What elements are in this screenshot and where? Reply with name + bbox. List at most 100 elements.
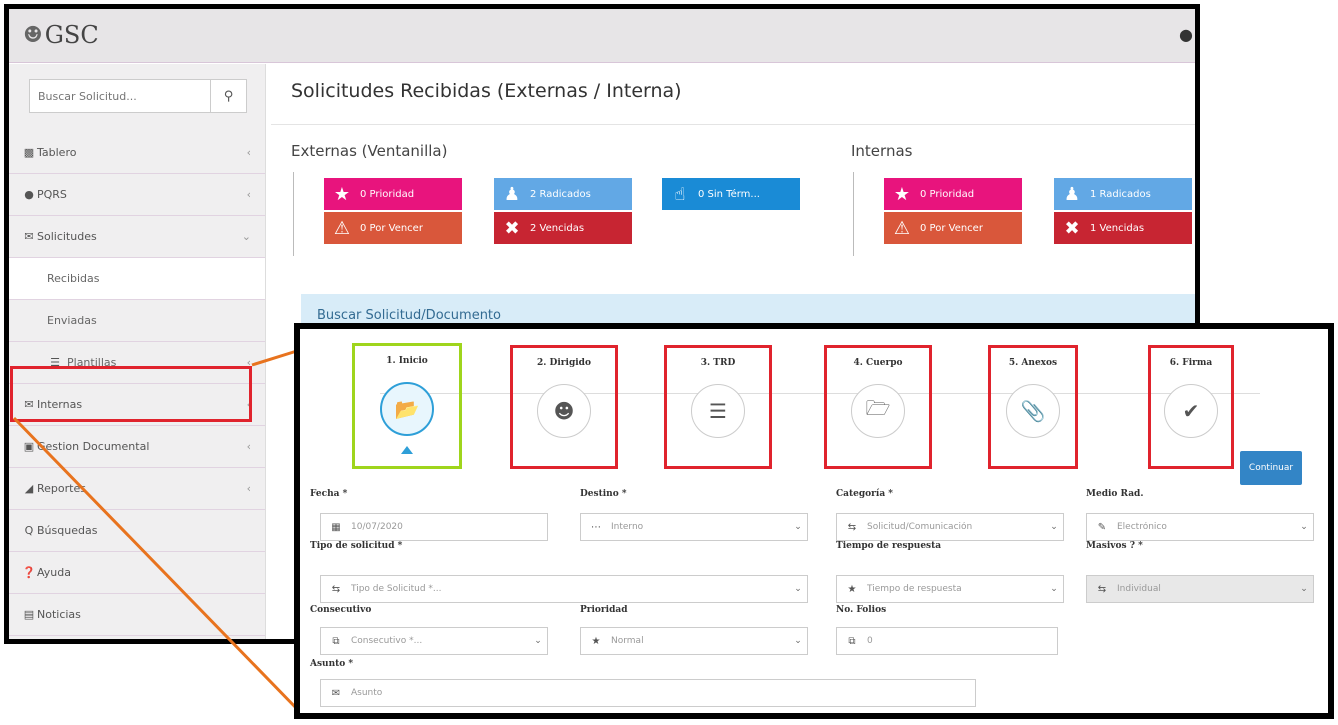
sidebar-item-noticias[interactable]: ▤ Noticias: [9, 594, 265, 636]
sidebar-item-tablero[interactable]: ▩ Tablero ‹: [9, 132, 265, 174]
field-value: Tipo de Solicitud *...: [351, 584, 442, 594]
times-icon: ✖: [504, 217, 520, 239]
retweet-icon: ⇆: [1097, 583, 1107, 595]
sidebar-item-recibidas[interactable]: Recibidas: [9, 258, 265, 300]
folios-field[interactable]: ⧉ 0: [836, 627, 1058, 655]
sidebar-item-busquedas[interactable]: Q Búsquedas: [9, 510, 265, 552]
sidebar-item-enviadas[interactable]: Enviadas: [9, 300, 265, 342]
sidebar-item-label: Enviadas: [47, 314, 97, 327]
field-value: 0: [867, 636, 873, 646]
externas-radicados-tile[interactable]: ♟ 2 Radicados: [494, 178, 632, 210]
app-logo[interactable]: ☻ GSC: [23, 21, 99, 49]
sidebar-item-solicitudes[interactable]: ✉ Solicitudes ⌄: [9, 216, 265, 258]
tile-text: 1 Radicados: [1090, 188, 1151, 200]
prioridad-select[interactable]: ★ Normal ⌄: [580, 627, 808, 655]
sidebar-search-input[interactable]: [30, 80, 210, 112]
ellipsis-icon: ⋯: [591, 521, 601, 533]
externas-sin-termino-tile[interactable]: ☝ 0 Sin Térm...: [662, 178, 800, 210]
externas-por-vencer-tile[interactable]: ⚠ 0 Por Vencer: [324, 212, 462, 244]
calendar-icon: ▦: [331, 521, 341, 533]
zoomed-wizard-frame: 1. Inicio 📂 2. Dirigido ☻ 3. TRD ☰ 4. Cu…: [294, 323, 1334, 719]
fecha-label: Fecha *: [310, 489, 348, 499]
chevron-left-icon: ‹: [246, 188, 251, 201]
sidebar-item-label: Gestion Documental: [37, 440, 150, 453]
step-label: 1. Inicio: [386, 356, 428, 366]
internas-section-label: Internas: [851, 142, 913, 160]
asunto-label: Asunto *: [310, 659, 354, 669]
destino-select[interactable]: ⋯ Interno ⌄: [580, 513, 808, 541]
sidebar-item-gestion-documental[interactable]: ▣ Gestion Documental ‹: [9, 426, 265, 468]
chevron-down-icon: ⌄: [1050, 522, 1058, 532]
consecutivo-select[interactable]: ⧉ Consecutivo *... ⌄: [320, 627, 548, 655]
sidebar-item-ayuda[interactable]: ❓ Ayuda: [9, 552, 265, 594]
wizard-step-inicio[interactable]: 1. Inicio 📂: [352, 343, 462, 469]
field-value: Solicitud/Comunicación: [867, 522, 973, 532]
internas-tiles: ★ 0 Prioridad ♟ 1 Radicados ⚠ 0 Por Vencer …: [853, 172, 1195, 256]
tile-text: 2 Radicados: [530, 188, 591, 200]
step-label: 6. Firma: [1169, 358, 1213, 368]
tiempo-select[interactable]: ★ Tiempo de respuesta ⌄: [836, 575, 1064, 603]
masivos-select[interactable]: ⇆ Individual ⌄: [1086, 575, 1314, 603]
wizard-step-trd[interactable]: 3. TRD ☰: [664, 345, 772, 469]
categoria-select[interactable]: ⇆ Solicitud/Comunicación ⌄: [836, 513, 1064, 541]
categoria-label: Categoría *: [836, 489, 894, 499]
sidebar-item-label: Tablero: [37, 146, 77, 159]
field-value: 10/07/2020: [351, 522, 403, 532]
medio-label: Medio Rad.: [1086, 489, 1144, 499]
medio-select[interactable]: ✎ Electrónico ⌄: [1086, 513, 1314, 541]
wizard-step-anexos[interactable]: 5. Anexos 📎: [988, 345, 1078, 469]
search-button[interactable]: ⚲: [210, 80, 246, 112]
warning-icon: ⚠: [893, 217, 911, 239]
wizard-step-firma[interactable]: 6. Firma ✔: [1148, 345, 1234, 469]
sidebar-item-pqrs[interactable]: ● PQRS ‹: [9, 174, 265, 216]
chevron-down-icon: ⌄: [241, 230, 251, 243]
pencil-icon: ✎: [1097, 521, 1107, 533]
field-placeholder: Asunto: [351, 688, 383, 698]
area-chart-icon: ◢: [24, 482, 34, 495]
copy-icon: ⧉: [332, 635, 340, 647]
search-icon: Q: [24, 524, 34, 537]
top-navbar: ☻ GSC ●: [9, 9, 1195, 63]
folios-label: No. Folios: [836, 605, 887, 615]
comments-icon: ●: [24, 188, 34, 201]
tipo-select[interactable]: ⇆ Tipo de Solicitud *... ⌄: [320, 575, 808, 603]
star-icon: ★: [333, 183, 351, 205]
chevron-left-icon: ‹: [246, 146, 251, 159]
sidebar-search: ⚲: [29, 79, 247, 113]
wizard-step-cuerpo[interactable]: 4. Cuerpo 🗁: [824, 345, 932, 469]
wizard-step-dirigido[interactable]: 2. Dirigido ☻: [510, 345, 618, 469]
destino-label: Destino *: [580, 489, 627, 499]
user-icon: ♟: [1063, 183, 1081, 205]
internas-radicados-tile[interactable]: ♟ 1 Radicados: [1054, 178, 1192, 210]
continuar-button[interactable]: Continuar: [1240, 451, 1302, 485]
internas-por-vencer-tile[interactable]: ⚠ 0 Por Vencer: [884, 212, 1022, 244]
tile-text: 0 Prioridad: [360, 188, 415, 200]
chevron-down-icon: ⌄: [794, 636, 802, 646]
divider: [271, 124, 1195, 125]
chevron-down-icon: ⌄: [1300, 522, 1308, 532]
tile-text: 0 Por Vencer: [920, 222, 983, 234]
step-label: 3. TRD: [700, 358, 736, 368]
envelope-icon: ✉: [331, 687, 341, 699]
externas-prioridad-tile[interactable]: ★ 0 Prioridad: [324, 178, 462, 210]
internas-prioridad-tile[interactable]: ★ 0 Prioridad: [884, 178, 1022, 210]
sidebar-item-label: PQRS: [37, 188, 67, 201]
asunto-field[interactable]: ✉ Asunto: [320, 679, 976, 707]
sidebar-item-label: Reportes: [37, 482, 86, 495]
envelope-icon: ✉: [24, 230, 34, 243]
retweet-icon: ⇆: [847, 521, 857, 533]
tile-text: 0 Por Vencer: [360, 222, 423, 234]
sidebar-item-reportes[interactable]: ◢ Reportes ‹: [9, 468, 265, 510]
externas-vencidas-tile[interactable]: ✖ 2 Vencidas: [494, 212, 632, 244]
newspaper-icon: ▤: [23, 608, 35, 621]
field-value: Interno: [611, 522, 644, 532]
sidebar-item-label: Noticias: [37, 608, 81, 621]
field-value: Normal: [611, 636, 644, 646]
comments-icon[interactable]: ●: [1179, 25, 1193, 44]
fecha-field[interactable]: ▦ 10/07/2020: [320, 513, 548, 541]
step-label: 5. Anexos: [1008, 358, 1058, 368]
retweet-icon: ⇆: [331, 583, 341, 595]
tile-text: 0 Sin Térm...: [698, 188, 760, 200]
times-icon: ✖: [1064, 217, 1080, 239]
internas-vencidas-tile[interactable]: ✖ 1 Vencidas: [1054, 212, 1192, 244]
